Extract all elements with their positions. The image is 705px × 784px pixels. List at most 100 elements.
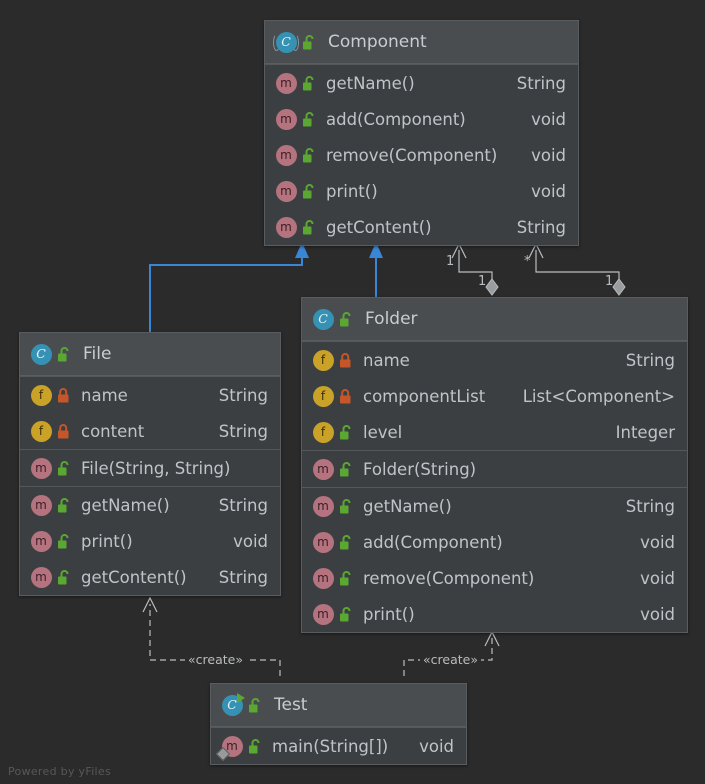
uml-member-row[interactable]: m getName() String [265,65,578,101]
uml-class-folder[interactable]: C Folder f name String f componentList L… [301,297,688,633]
member-name: name [363,350,410,370]
unlock-icon [57,533,72,550]
uml-diagram-canvas: 1 1 * 1 «create» «create» C Component m [0,0,705,784]
member-type: String [218,567,268,587]
member-type: void [531,109,566,129]
yfiles-watermark: Powered by yFiles [8,765,111,778]
member-name: print() [363,604,415,624]
unlock-icon [302,75,317,92]
method-icon: m [312,495,334,517]
uml-member-row[interactable]: m getName() String [20,487,280,523]
method-icon: m [30,494,52,516]
member-name: getContent() [81,567,187,587]
method-icon: m [30,566,52,588]
member-type: void [531,181,566,201]
unlock-icon [302,183,317,200]
uml-class-file[interactable]: C File f name String f content String m … [19,332,281,596]
uml-member-row[interactable]: m main(String[]) void [211,728,466,764]
unlock-icon [57,569,72,586]
method-icon: m [30,530,52,552]
member-name: remove(Component) [363,568,535,588]
uml-member-row[interactable]: m print() void [20,523,280,559]
edge-multiplicity-source-1: 1 [478,274,487,289]
uml-class-component[interactable]: C Component m getName() String m add(Com… [264,20,579,246]
uml-member-row[interactable]: m File(String, String) [20,450,280,486]
uml-member-row[interactable]: m print() void [265,173,578,209]
uml-member-row[interactable]: f content String [20,413,280,449]
uml-member-row[interactable]: f name String [20,377,280,413]
member-type: void [640,568,675,588]
edge-multiplicity-source-2: 1 [605,274,614,289]
member-name: getContent() [326,217,432,237]
uml-member-row[interactable]: f componentList List<Component> [302,378,687,414]
class-name-component: Component [328,32,427,52]
lock-icon [339,388,354,405]
lock-icon [57,387,72,404]
uml-member-row[interactable]: f name String [302,342,687,378]
uml-member-row[interactable]: m remove(Component) void [302,560,687,596]
field-icon: f [312,421,334,443]
uml-member-row[interactable]: m add(Component) void [265,101,578,137]
uml-member-row[interactable]: m Folder(String) [302,451,687,487]
edge-multiplicity-target-2: * [524,254,531,269]
member-type: String [218,385,268,405]
field-icon: f [30,420,52,442]
uml-member-row[interactable]: m print() void [302,596,687,632]
member-type: String [516,217,566,237]
uml-member-row[interactable]: m getContent() String [20,559,280,595]
edge-file-extends-component [149,242,309,336]
class-runnable-icon: C [221,693,245,716]
member-name: print() [326,181,378,201]
member-name: add(Component) [363,532,503,552]
unlock-icon [302,147,317,164]
class-abstract-icon: C [273,31,299,53]
member-name: componentList [363,386,486,406]
uml-class-test[interactable]: C Test m main(String[]) void [210,683,467,765]
unlock-icon [339,461,354,478]
member-type: void [640,604,675,624]
compartment-component-methods: m getName() String m add(Component) void… [265,64,578,245]
method-icon: m [312,458,334,480]
uml-member-row[interactable]: f level Integer [302,414,687,450]
uml-member-row[interactable]: m remove(Component) void [265,137,578,173]
member-type: Integer [615,422,675,442]
unlock-icon [57,497,72,514]
lock-icon [57,423,72,440]
field-icon: f [30,384,52,406]
method-icon: m [275,72,297,94]
uml-member-row[interactable]: m getContent() String [265,209,578,245]
compartment-file-methods: m getName() String m print() void m getC… [20,486,280,595]
member-name: getName() [326,73,415,93]
unlock-icon [302,219,317,236]
member-name: level [363,422,403,442]
compartment-folder-methods: m getName() String m add(Component) void… [302,487,687,632]
uml-member-row[interactable]: m add(Component) void [302,524,687,560]
class-icon: C [312,308,334,330]
member-name: remove(Component) [326,145,498,165]
edge-multiplicity-target-1: 1 [446,254,455,269]
member-type: String [625,350,675,370]
member-type: void [233,531,268,551]
compartment-file-constructors: m File(String, String) [20,449,280,486]
edge-folder-extends-component [369,242,383,300]
unlock-icon [57,460,72,477]
member-name: add(Component) [326,109,466,129]
unlock-icon [339,311,354,328]
uml-member-row[interactable]: m getName() String [302,488,687,524]
method-icon: m [275,144,297,166]
member-type: String [625,496,675,516]
field-icon: f [312,349,334,371]
member-type: void [531,145,566,165]
method-icon: m [312,603,334,625]
compartment-folder-fields: f name String f componentList List<Compo… [302,341,687,450]
class-icon: C [30,343,52,365]
edge-label-create-file: «create» [185,652,246,667]
unlock-icon [248,738,263,755]
member-name: getName() [81,495,170,515]
member-name: Folder(String) [363,459,477,479]
member-name: print() [81,531,133,551]
member-type: void [640,532,675,552]
compartment-folder-constructors: m Folder(String) [302,450,687,487]
member-name: getName() [363,496,452,516]
method-icon: m [275,180,297,202]
